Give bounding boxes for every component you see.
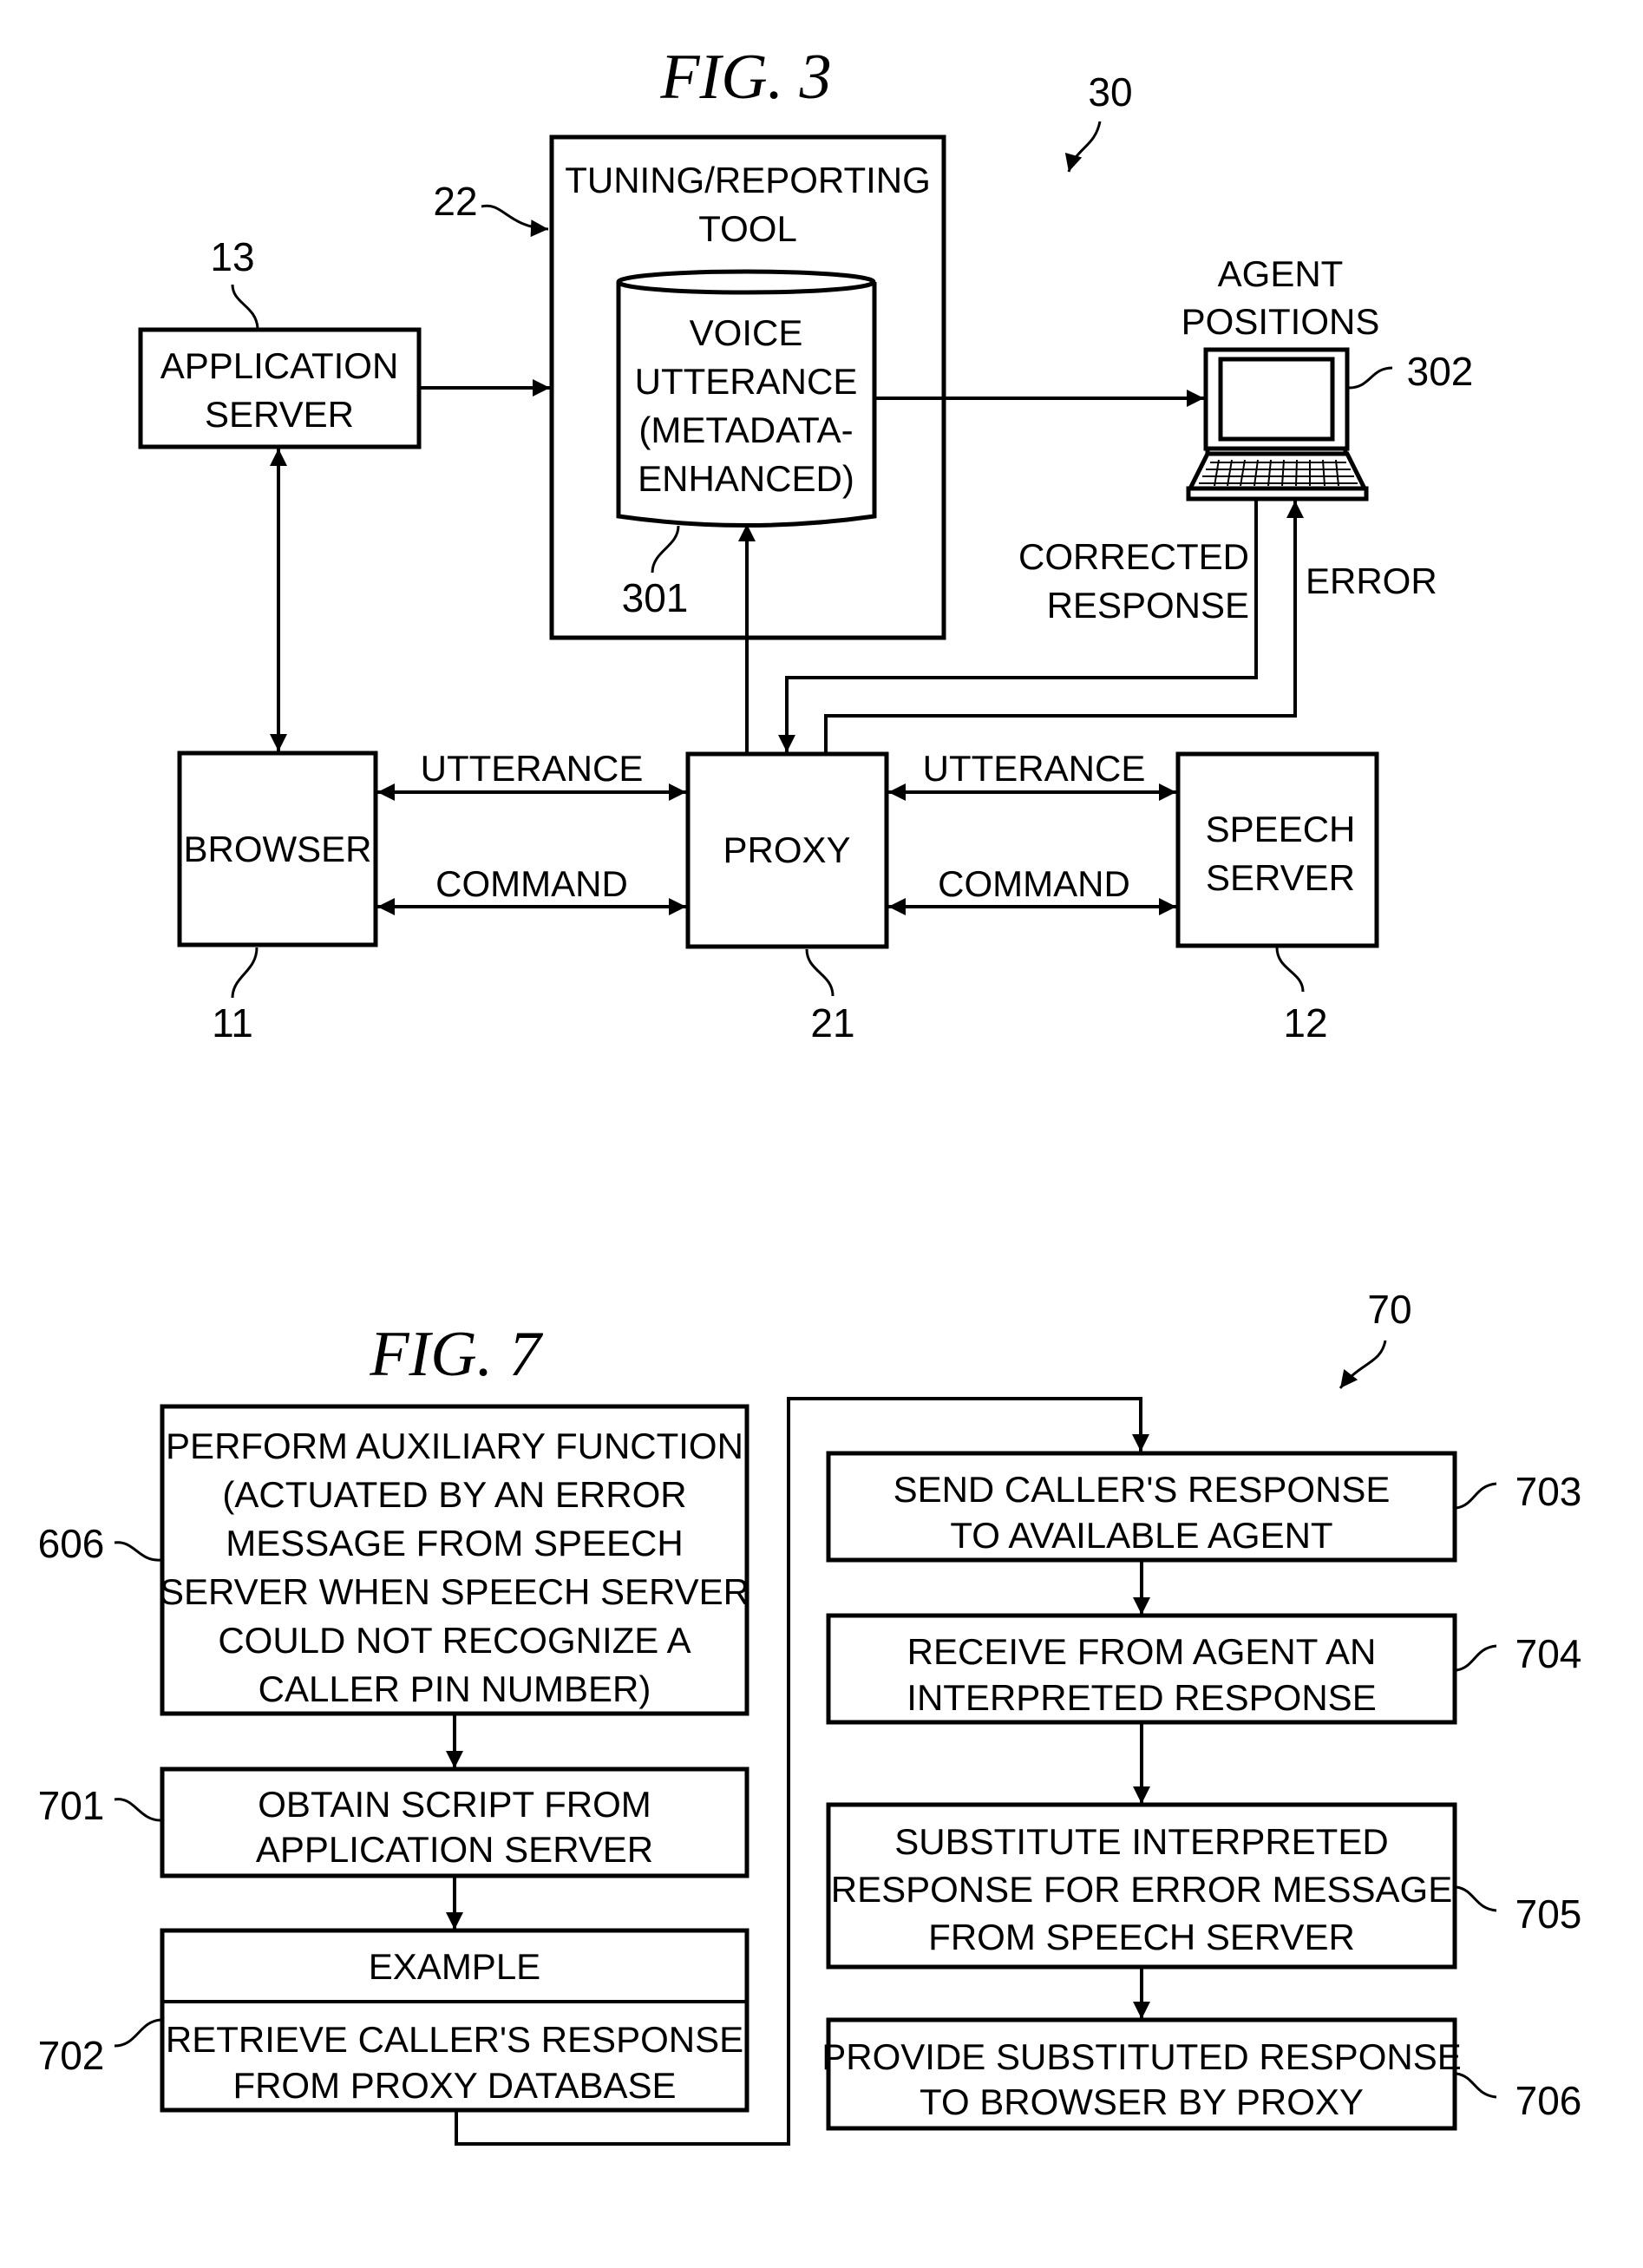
application-server: APPLICATION SERVER (138, 327, 422, 449)
db-label-line3: (METADATA- (638, 410, 853, 450)
speech-server-line1: SPEECH (1206, 809, 1356, 849)
laptop-icon (1186, 347, 1369, 501)
ref-21-label: 21 (810, 1000, 854, 1046)
step-705: SUBSTITUTE INTERPRETED RESPONSE FOR ERRO… (826, 1802, 1457, 1970)
error-label: ERROR (1306, 560, 1437, 601)
ref-30-label: 30 (1088, 69, 1132, 115)
speech-server: SPEECH SERVER (1175, 751, 1379, 948)
step-606-line2: (ACTUATED BY AN ERROR (222, 1474, 686, 1515)
ref-702-leader (114, 2018, 161, 2048)
ref-70-arrow-icon (1339, 1340, 1387, 1389)
ref-703-label: 703 (1515, 1469, 1582, 1514)
step-701-line2: APPLICATION SERVER (256, 1829, 653, 1870)
step-704-line1: RECEIVE FROM AGENT AN (907, 1631, 1377, 1672)
speech-server-line2: SERVER (1206, 857, 1355, 898)
step-606: PERFORM AUXILIARY FUNCTION (ACTUATED BY … (160, 1404, 749, 1716)
db-label-line1: VOICE (690, 312, 803, 353)
ref-705-label: 705 (1515, 1891, 1582, 1937)
step-606-line1: PERFORM AUXILIARY FUNCTION (166, 1426, 743, 1466)
step-705-line1: SUBSTITUTE INTERPRETED (894, 1821, 1388, 1862)
app-server-line2: SERVER (205, 394, 354, 435)
step-704-line2: INTERPRETED RESPONSE (907, 1677, 1376, 1718)
patent-drawing-sheet: FIG. 3 30 TUNING/REPORTING TOOL 22 VOICE… (38, 42, 1582, 2146)
browser-label: BROWSER (183, 829, 371, 869)
step-606-line5: COULD NOT RECOGNIZE A (218, 1620, 691, 1661)
tool-label-line2: TOOL (698, 208, 797, 249)
fig3-title: FIG. 3 (659, 42, 831, 113)
step-702-line2: FROM PROXY DATABASE (232, 2065, 676, 2106)
ref-13-leader (231, 284, 259, 329)
step-705-line2: RESPONSE FOR ERROR MESSAGE (831, 1869, 1452, 1910)
step-706-line2: TO BROWSER BY PROXY (920, 2081, 1364, 2122)
ref-302-leader (1348, 366, 1393, 390)
ref-13-label: 13 (210, 234, 254, 279)
ref-302-label: 302 (1407, 349, 1474, 394)
command-right-label: COMMAND (938, 863, 1130, 904)
ref-606-label: 606 (38, 1521, 105, 1566)
browser: BROWSER (177, 751, 378, 947)
ref-11-leader (231, 947, 259, 999)
ref-704-label: 704 (1515, 1631, 1582, 1676)
corrected-label-line2: RESPONSE (1047, 585, 1249, 626)
ref-301-label: 301 (622, 575, 689, 620)
db-label-line2: UTTERANCE (635, 361, 858, 402)
ref-706-label: 706 (1515, 2078, 1582, 2123)
db-label-line4: ENHANCED) (638, 458, 854, 499)
corrected-label-line1: CORRECTED (1018, 536, 1249, 577)
ref-705-leader (1456, 1885, 1497, 1912)
fig3: FIG. 3 30 TUNING/REPORTING TOOL 22 VOICE… (138, 42, 1474, 1046)
ref-706-leader (1456, 2072, 1497, 2099)
step-703-line1: SEND CALLER'S RESPONSE (894, 1469, 1391, 1510)
step-706-line1: PROVIDE SUBSTITUTED RESPONSE (822, 2036, 1461, 2077)
step-702-header: EXAMPLE (369, 1946, 540, 1987)
agent-label-line2: POSITIONS (1182, 301, 1380, 342)
step-705-line3: FROM SPEECH SERVER (928, 1917, 1355, 1957)
proxy-label: PROXY (723, 829, 850, 870)
command-left-label: COMMAND (435, 863, 628, 904)
tool-label-line1: TUNING/REPORTING (565, 160, 931, 200)
utterance-left-label: UTTERANCE (421, 748, 644, 789)
voice-utterance-database: VOICE UTTERANCE (METADATA- ENHANCED) (616, 269, 877, 528)
proxy: PROXY (685, 751, 889, 949)
step-706: PROVIDE SUBSTITUTED RESPONSE TO BROWSER … (822, 2017, 1462, 2131)
step-606-line3: MESSAGE FROM SPEECH (226, 1523, 683, 1563)
ref-702-label: 702 (38, 2033, 105, 2078)
utterance-right-label: UTTERANCE (923, 748, 1146, 789)
step-701: OBTAIN SCRIPT FROM APPLICATION SERVER (160, 1767, 749, 1878)
step-702-line1: RETRIEVE CALLER'S RESPONSE (166, 2019, 743, 2060)
ref-22-leader (481, 204, 549, 238)
ref-703-leader (1456, 1482, 1497, 1510)
step-704: RECEIVE FROM AGENT AN INTERPRETED RESPON… (826, 1613, 1457, 1725)
ref-704-leader (1456, 1644, 1497, 1672)
ref-30-arrow-icon (1064, 121, 1102, 173)
ref-11-label: 11 (212, 1000, 253, 1046)
ref-701-label: 701 (38, 1783, 105, 1828)
step-703-line2: TO AVAILABLE AGENT (950, 1515, 1332, 1556)
agent-label-line1: AGENT (1218, 253, 1344, 294)
ref-22-label: 22 (433, 179, 477, 224)
ref-21-leader (805, 948, 835, 997)
database-top-icon (616, 269, 876, 295)
ref-70-label: 70 (1367, 1287, 1411, 1332)
step-606-line6: CALLER PIN NUMBER) (259, 1668, 651, 1709)
speech-server-box (1175, 751, 1379, 948)
fig7: FIG. 7 70 PERFORM AUXILIARY FUNCTION (AC… (38, 1287, 1582, 2146)
step-702: EXAMPLE RETRIEVE CALLER'S RESPONSE FROM … (160, 1928, 749, 2113)
step-701-line1: OBTAIN SCRIPT FROM (258, 1784, 651, 1825)
ref-701-leader (114, 1798, 161, 1822)
ref-12-label: 12 (1283, 1000, 1327, 1046)
fig7-title: FIG. 7 (369, 1319, 543, 1390)
ref-606-leader (114, 1541, 161, 1562)
step-703: SEND CALLER'S RESPONSE TO AVAILABLE AGEN… (826, 1451, 1457, 1563)
step-606-line4: SERVER WHEN SPEECH SERVER (160, 1571, 749, 1612)
app-server-line1: APPLICATION (160, 345, 399, 386)
ref-12-leader (1275, 947, 1305, 993)
